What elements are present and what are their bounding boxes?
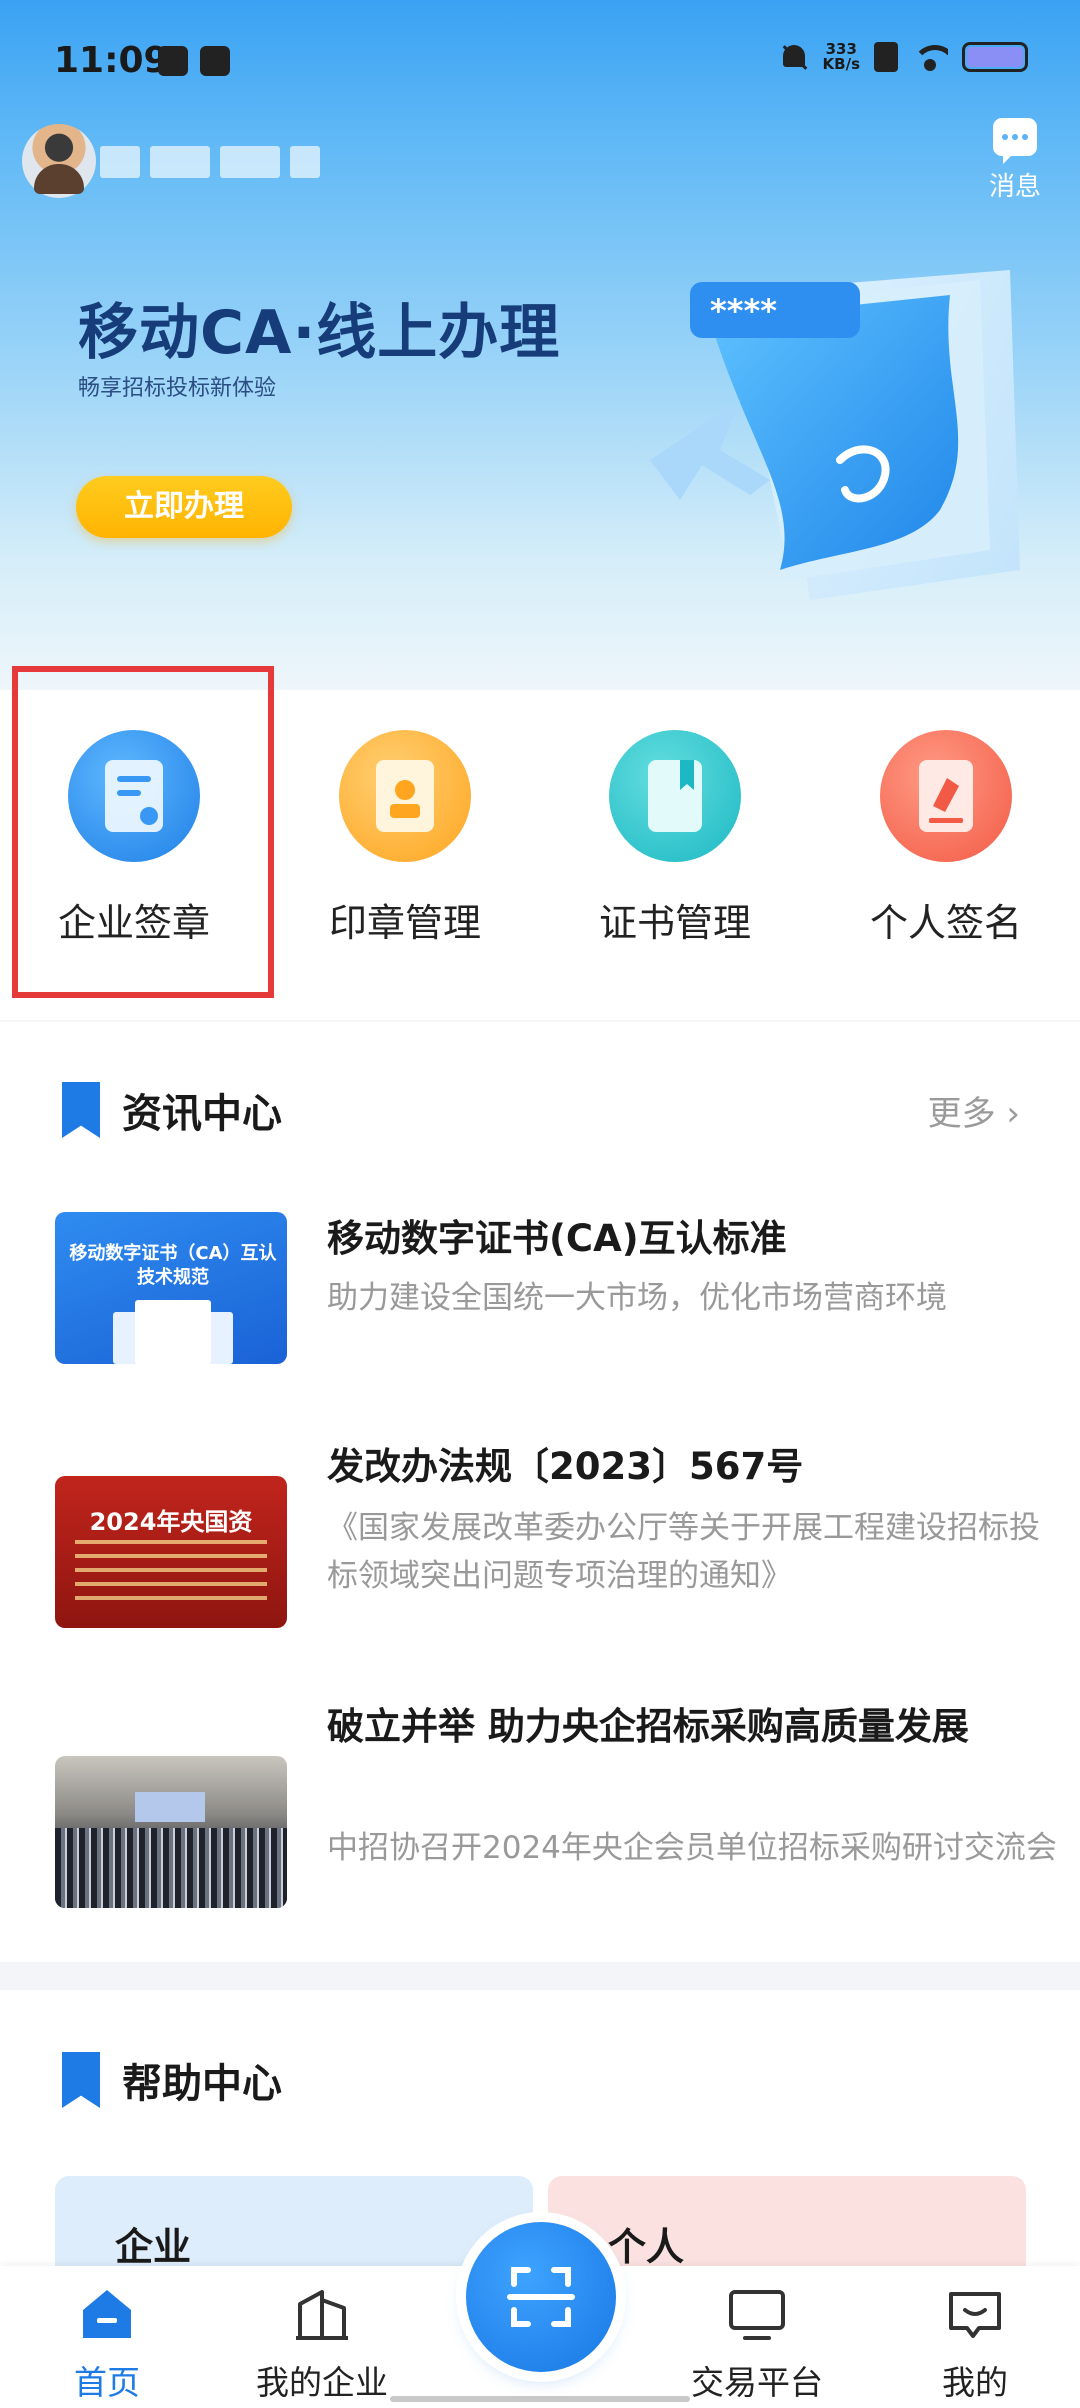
status-bar: 11:09 333 KB/s: [0, 0, 1080, 120]
battery-icon: [962, 42, 1028, 72]
header-banner-area: 11:09 333 KB/s 消息 移动CA·线上办理 畅享招标投标新体验 立即…: [0, 0, 1080, 690]
help-section-title: 帮助中心: [122, 2061, 282, 2107]
network-speed: 333 KB/s: [823, 42, 860, 72]
thumb-caption: 移动数字证书（CA）互认 技术规范: [69, 1243, 277, 1288]
chevron-right-icon: ›: [1006, 1094, 1020, 1134]
username-redacted: [100, 146, 540, 184]
help-section-header: 帮助中心: [62, 2050, 282, 2110]
banner-card-stars: ****: [710, 292, 777, 330]
status-time: 11:09: [54, 40, 169, 81]
quick-action-label: 证书管理: [598, 901, 751, 945]
tab-label: 交易平台: [691, 2363, 823, 2402]
messages-button[interactable]: 消息: [980, 118, 1050, 203]
quick-action-label: 印章管理: [328, 901, 481, 945]
news-center: 资讯中心 更多 › 移动数字证书（CA）互认 技术规范 移动数字证书(CA)互认…: [0, 1022, 1080, 1962]
news-section-title: 资讯中心: [122, 1091, 282, 1137]
message-icon: [993, 118, 1037, 164]
news-thumbnail: 移动数字证书（CA）互认 技术规范: [55, 1212, 287, 1364]
avatar[interactable]: [22, 124, 96, 198]
banner-title: 移动CA·线上办理: [78, 298, 561, 368]
bookmark-icon: [62, 2052, 100, 2108]
mail-notification-icon: [200, 46, 230, 76]
bookmark-icon: [62, 1082, 100, 1138]
thumb-caption: 2024年央国资: [89, 1508, 253, 1536]
news-desc: 助力建设全国统一大市场，优化市场营商环境: [327, 1280, 947, 1316]
sim-icon: [874, 42, 898, 72]
profile-icon: [945, 2286, 1005, 2342]
apply-now-button[interactable]: 立即办理: [76, 476, 292, 538]
tab-label: 我的企业: [256, 2363, 388, 2402]
tab-label: 首页: [74, 2363, 140, 2402]
news-item[interactable]: 2024年央国资 发改办法规〔2023〕567号 《国家发展改革委办公厅等关于开…: [55, 1442, 1040, 1642]
mute-icon: [779, 42, 809, 72]
personal-signature-icon: [880, 730, 1012, 862]
news-thumbnail: [55, 1756, 287, 1908]
banner-subtitle: 畅享招标投标新体验: [78, 376, 277, 401]
news-thumbnail: 2024年央国资: [55, 1476, 287, 1628]
help-card-label: 个人: [608, 2225, 685, 2269]
news-title: 发改办法规〔2023〕567号: [327, 1445, 804, 1488]
tab-home[interactable]: 首页: [32, 2286, 182, 2404]
news-title: 破立并举 助力央企招标采购高质量发展: [327, 1705, 969, 1748]
building-icon: [292, 2286, 352, 2342]
quick-action-seal-management[interactable]: 印章管理: [305, 730, 505, 947]
more-label: 更多: [927, 1094, 996, 1134]
home-icon: [77, 2286, 137, 2342]
more-link[interactable]: 更多 ›: [928, 1086, 1020, 1135]
monitor-icon: [727, 2286, 787, 2342]
scan-button[interactable]: [466, 2222, 616, 2372]
quick-action-personal-signature[interactable]: 个人签名: [846, 730, 1046, 947]
messages-label: 消息: [988, 172, 1041, 202]
quick-action-certificate-management[interactable]: 证书管理: [575, 730, 775, 947]
tab-me[interactable]: 我的: [900, 2286, 1050, 2404]
news-section-header: 资讯中心: [62, 1080, 282, 1140]
news-item[interactable]: 移动数字证书（CA）互认 技术规范 移动数字证书(CA)互认标准 助力建设全国统…: [55, 1212, 1025, 1372]
app-screen: 11:09 333 KB/s 消息 移动CA·线上办理 畅享招标投标新体验 立即…: [0, 0, 1080, 2408]
quick-action-label: 个人签名: [869, 901, 1022, 945]
tab-label: 我的: [942, 2363, 1008, 2402]
news-title: 移动数字证书(CA)互认标准: [327, 1217, 787, 1260]
seal-management-icon: [339, 730, 471, 862]
news-desc: 《国家发展改革委办公厅等关于开展工程建设招标投标领域突出问题专项治理的通知》: [327, 1510, 1040, 1594]
tab-my-enterprise[interactable]: 我的企业: [247, 2286, 397, 2404]
news-desc: 中招协召开2024年央企会员单位招标采购研讨交流会: [327, 1830, 1057, 1866]
help-card-label: 企业: [115, 2225, 192, 2269]
scan-icon: [507, 2267, 575, 2327]
tab-trading-platform[interactable]: 交易平台: [682, 2286, 832, 2404]
highlight-box: [12, 666, 274, 998]
network-speed-unit: KB/s: [822, 55, 860, 73]
wifi-icon: [912, 43, 948, 71]
news-item[interactable]: 破立并举 助力央企招标采购高质量发展 中招协召开2024年央企会员单位招标采购研…: [55, 1702, 1057, 1942]
home-indicator: [390, 2396, 690, 2402]
gallery-notification-icon: [158, 46, 188, 76]
document-illustration: ****: [650, 270, 1020, 600]
certificate-icon: [609, 730, 741, 862]
